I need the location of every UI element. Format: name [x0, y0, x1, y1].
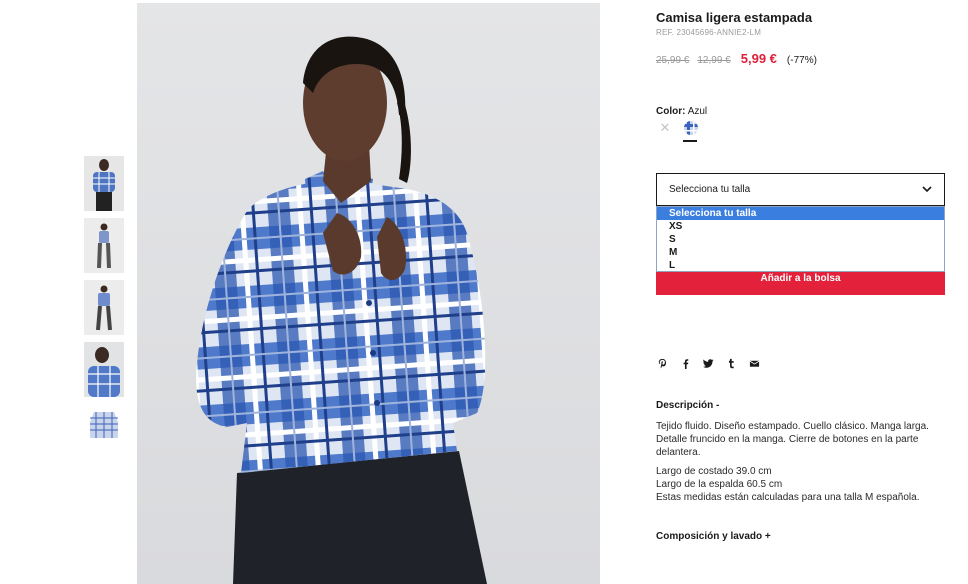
- thumbnail-4-image: [84, 342, 124, 397]
- product-reference: REF. 23045696-ANNIE2-LM: [656, 28, 762, 37]
- size-option-s[interactable]: S: [657, 233, 944, 246]
- thumbnail-1[interactable]: [84, 156, 124, 211]
- color-swatches: ✕: [658, 121, 698, 135]
- price-sale: 5,99 €: [740, 51, 777, 66]
- pinterest-icon[interactable]: [656, 357, 669, 371]
- measures-block: Largo de costado 39.0 cm Largo de la esp…: [656, 465, 946, 504]
- thumbnail-5-image: [84, 404, 124, 459]
- color-label: Color:: [656, 106, 686, 117]
- measure-side-length: Largo de costado 39.0 cm: [656, 466, 772, 477]
- thumbnail-3[interactable]: [84, 280, 124, 335]
- size-option-m[interactable]: M: [657, 246, 944, 259]
- description-text: Tejido fluido. Diseño estampado. Cuello …: [656, 421, 929, 458]
- thumbnail-3-image: [84, 280, 124, 335]
- price-original: 25,99 €: [656, 55, 690, 66]
- measure-back-length: Largo de la espalda 60.5 cm: [656, 479, 783, 490]
- model-photo: [137, 3, 600, 584]
- swatch-azul[interactable]: [684, 121, 698, 135]
- unavailable-swatch-icon[interactable]: ✕: [658, 121, 672, 135]
- price-previous: 12,99 €: [697, 55, 731, 66]
- price-row: 25,99 € 12,99 € 5,99 € (-77%): [656, 51, 817, 66]
- size-option-l[interactable]: L: [657, 259, 944, 272]
- add-to-bag-button[interactable]: Añadir a la bolsa: [656, 272, 945, 295]
- color-label-row: Color: Azul: [656, 106, 707, 117]
- twitter-icon[interactable]: [702, 357, 715, 371]
- size-option-placeholder[interactable]: Selecciona tu talla: [657, 207, 944, 220]
- size-option-xs[interactable]: XS: [657, 220, 944, 233]
- description-toggle[interactable]: Descripción -: [656, 400, 719, 411]
- size-select[interactable]: Selecciona tu talla: [656, 173, 945, 206]
- discount-badge: (-77%): [786, 55, 817, 66]
- measure-note: Estas medidas están calculadas para una …: [656, 492, 920, 503]
- thumbnail-1-image: [84, 156, 124, 211]
- product-title: Camisa ligera estampada: [656, 10, 813, 25]
- email-icon[interactable]: [748, 357, 761, 371]
- color-value: Azul: [687, 106, 708, 117]
- product-main-image: [137, 3, 600, 584]
- thumbnail-4[interactable]: [84, 342, 124, 397]
- thumbnail-list: [84, 156, 124, 466]
- share-icons: [656, 357, 771, 371]
- size-select-value: Selecciona tu talla: [669, 184, 751, 195]
- description-body: Tejido fluido. Diseño estampado. Cuello …: [656, 420, 946, 510]
- thumbnail-2-image: [84, 218, 124, 273]
- thumbnail-2[interactable]: [84, 218, 124, 273]
- thumbnail-5[interactable]: [84, 404, 124, 459]
- tumblr-icon[interactable]: [725, 357, 738, 371]
- size-dropdown: Selecciona tu talla XS S M L: [656, 206, 945, 272]
- facebook-icon[interactable]: [679, 357, 692, 371]
- composition-toggle[interactable]: Composición y lavado +: [656, 531, 771, 542]
- chevron-down-icon: [922, 186, 932, 193]
- plaid-swatch-icon: [684, 121, 698, 135]
- swatch-selected-indicator: [683, 140, 697, 142]
